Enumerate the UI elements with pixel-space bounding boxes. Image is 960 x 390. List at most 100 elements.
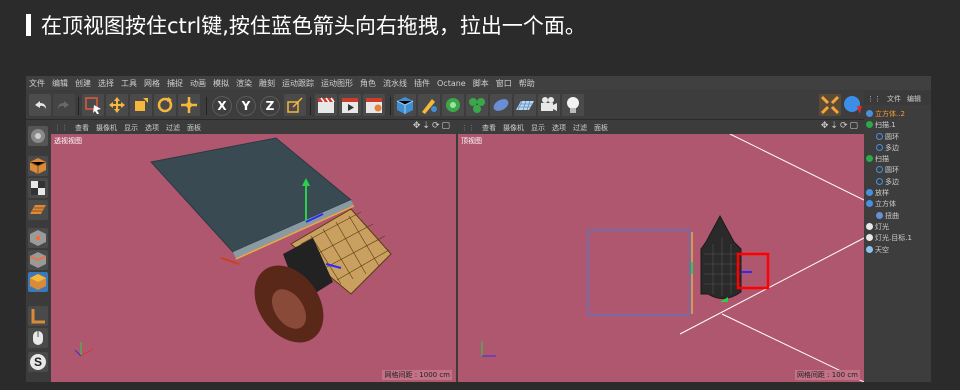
menu-item[interactable]: 编辑: [49, 76, 72, 89]
menu-item[interactable]: 渲染: [233, 76, 256, 89]
viewport-menu-item[interactable]: 查看: [479, 120, 500, 133]
y-axis-lock-button[interactable]: Y: [236, 96, 256, 116]
menu-item[interactable]: 脚本: [470, 76, 493, 89]
light-button[interactable]: [562, 94, 584, 116]
coordinate-system-button[interactable]: [284, 94, 306, 116]
viewport-menu-item[interactable]: 过滤: [570, 120, 591, 133]
svg-text:S: S: [34, 355, 42, 369]
menu-item[interactable]: 工具: [118, 76, 141, 89]
viewport-menu-item[interactable]: 摄像机: [500, 120, 528, 133]
viewport-menu-item[interactable]: 过滤: [163, 120, 184, 133]
viewport-menu-item[interactable]: 显示: [121, 120, 142, 133]
move-tool-button[interactable]: [106, 94, 128, 116]
toolbar-separator: [206, 97, 207, 115]
rotate-tool-button[interactable]: [154, 94, 176, 116]
object-item[interactable]: 立方体..2: [864, 109, 931, 120]
subdivision-button[interactable]: [442, 94, 464, 116]
menu-item[interactable]: 网格: [141, 76, 164, 89]
viewport-menu-item[interactable]: 查看: [72, 120, 93, 133]
instruction-caption: 在顶视图按住ctrl键,按住蓝色箭头向右拖拽，拉出一个面。: [0, 0, 960, 76]
live-selection-button[interactable]: [82, 94, 104, 116]
viewport-grip-icon: ⋮⋮: [461, 124, 475, 132]
object-label: 圆环: [885, 166, 899, 175]
edges-mode-button[interactable]: [28, 250, 48, 270]
object-item[interactable]: 灯光: [864, 222, 931, 233]
z-axis-lock-button[interactable]: Z: [260, 96, 280, 116]
pen-spline-button[interactable]: [418, 94, 440, 116]
object-item[interactable]: 多边: [864, 143, 931, 154]
camera-button[interactable]: [538, 94, 560, 116]
scale-tool-button[interactable]: [130, 94, 152, 116]
model-mode-button[interactable]: [28, 156, 48, 176]
menu-item[interactable]: 运动跟踪: [279, 76, 318, 89]
texture-mode-button[interactable]: [28, 178, 48, 198]
menu-item[interactable]: 选择: [95, 76, 118, 89]
axis-mode-button[interactable]: [28, 306, 48, 326]
workplane-mode-button[interactable]: [28, 200, 48, 220]
viewport-canvas[interactable]: 顶视图 网格间距 : 100 cm: [458, 134, 864, 382]
viewport-menu-item[interactable]: 面板: [591, 120, 612, 133]
menu-item[interactable]: 雕刻: [256, 76, 279, 89]
render-picture-viewer-button[interactable]: [339, 94, 361, 116]
object-item[interactable]: 放样: [864, 188, 931, 199]
viewport-menu-item[interactable]: 面板: [184, 120, 205, 133]
menu-item[interactable]: 文件: [26, 76, 49, 89]
menu-item[interactable]: 捕捉: [164, 76, 187, 89]
cube-button[interactable]: [394, 94, 416, 116]
object-item[interactable]: 扭曲: [864, 211, 931, 222]
object-manager-tab[interactable]: 文件: [884, 91, 904, 104]
viewport-nav-icons[interactable]: ✥⇣⟳▢: [413, 121, 452, 131]
object-item[interactable]: 天空: [864, 245, 931, 256]
redo-button[interactable]: [53, 94, 75, 116]
menu-item[interactable]: 插件: [411, 76, 434, 89]
object-item[interactable]: 扫描.1: [864, 120, 931, 131]
menu-item[interactable]: 帮助: [516, 76, 539, 89]
floor-button[interactable]: [514, 94, 536, 116]
viewport-menu-item[interactable]: 选项: [549, 120, 570, 133]
object-label: 扭曲: [885, 211, 899, 220]
array-button[interactable]: [466, 94, 488, 116]
menu-item[interactable]: 流水线: [380, 76, 411, 89]
object-manager-grip-icon: ⋮⋮: [867, 95, 881, 103]
points-mode-button[interactable]: [28, 228, 48, 248]
transform-tool-button[interactable]: [178, 94, 200, 116]
edges-icon: [29, 252, 47, 268]
object-item[interactable]: 扫描: [864, 154, 931, 165]
menu-item[interactable]: 创建: [72, 76, 95, 89]
target-light-icon: [866, 234, 873, 242]
viewport-nav-icons[interactable]: ✥⇣⟳▢: [821, 121, 860, 131]
menu-item[interactable]: 动画: [187, 76, 210, 89]
deformer-button[interactable]: [490, 94, 512, 116]
null-icon: [866, 110, 873, 117]
polygons-mode-button[interactable]: [28, 272, 48, 292]
tweak-mode-button[interactable]: [28, 328, 48, 348]
menu-item[interactable]: 运动图形: [318, 76, 357, 89]
viewport-canvas[interactable]: 透视视图 网格间距 : 1000 cm: [51, 134, 456, 382]
object-item[interactable]: 立方体: [864, 199, 931, 210]
object-item[interactable]: 多边: [864, 177, 931, 188]
make-editable-button[interactable]: [28, 126, 48, 146]
object-item[interactable]: 灯光.目标.1: [864, 233, 931, 244]
x-axis-lock-button[interactable]: X: [212, 96, 232, 116]
menu-item[interactable]: Octane: [434, 77, 470, 88]
undo-button[interactable]: [29, 94, 51, 116]
extruded-face-outline: [587, 229, 691, 316]
object-item[interactable]: 圆环: [864, 165, 931, 176]
snap-button[interactable]: [819, 94, 841, 116]
menu-item[interactable]: 窗口: [493, 76, 516, 89]
loft-icon: [866, 189, 873, 197]
render-view-button[interactable]: [315, 94, 337, 116]
render-settings-button[interactable]: [363, 94, 385, 116]
checker-icon: [31, 181, 45, 195]
redo-icon: [58, 101, 69, 109]
viewport-menu-item[interactable]: 摄像机: [93, 120, 121, 133]
viewport-menu-item[interactable]: 选项: [142, 120, 163, 133]
object-item[interactable]: 圆环: [864, 132, 931, 143]
viewport-menu-item[interactable]: 显示: [528, 120, 549, 133]
object-manager-tab[interactable]: 编辑: [904, 91, 924, 104]
octane-button[interactable]: [842, 94, 864, 116]
snap-settings-button[interactable]: S: [28, 352, 48, 372]
menu-item[interactable]: 模拟: [210, 76, 233, 89]
grid-spacing-status: 网格间距 : 1000 cm: [382, 370, 452, 380]
menu-item[interactable]: 角色: [357, 76, 380, 89]
